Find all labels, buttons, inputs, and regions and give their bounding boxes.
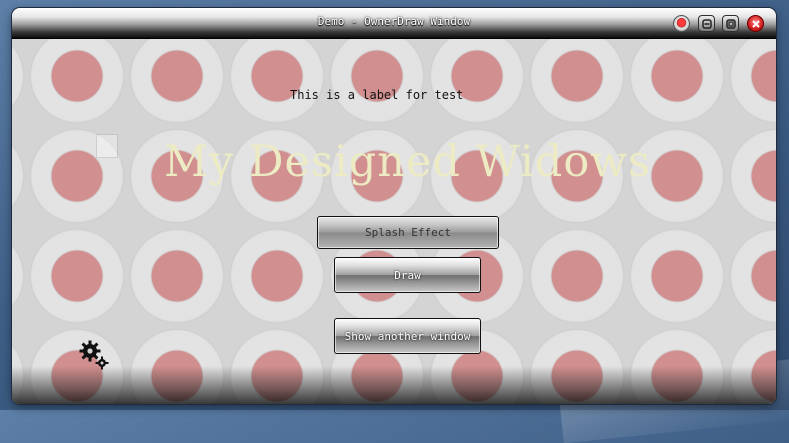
faded-file-icon: [82, 134, 122, 194]
title-bar[interactable]: Demo - OwnerDraw Window: [12, 8, 776, 39]
window-title: Demo - OwnerDraw Window: [317, 15, 471, 28]
close-icon: [752, 20, 760, 28]
draw-button[interactable]: Draw: [334, 257, 481, 293]
bottom-gradient-bar: [12, 366, 776, 404]
minimize-button[interactable]: [698, 15, 715, 32]
designed-window-heading: My Designed Widows: [164, 137, 652, 187]
splash-effect-button[interactable]: Splash Effect: [317, 216, 499, 249]
minimize-icon: [702, 19, 712, 29]
test-label: This is a label for test: [290, 88, 464, 102]
record-icon[interactable]: [673, 15, 690, 32]
maximize-icon: [726, 19, 736, 29]
show-another-window-button[interactable]: Show another window: [334, 318, 481, 354]
ownerdraw-window: Demo - OwnerDraw Window This is a label …: [12, 8, 776, 404]
maximize-button[interactable]: [722, 15, 739, 32]
close-button[interactable]: [747, 15, 764, 32]
window-client-area: This is a label for test My Designed Wid…: [12, 39, 776, 404]
